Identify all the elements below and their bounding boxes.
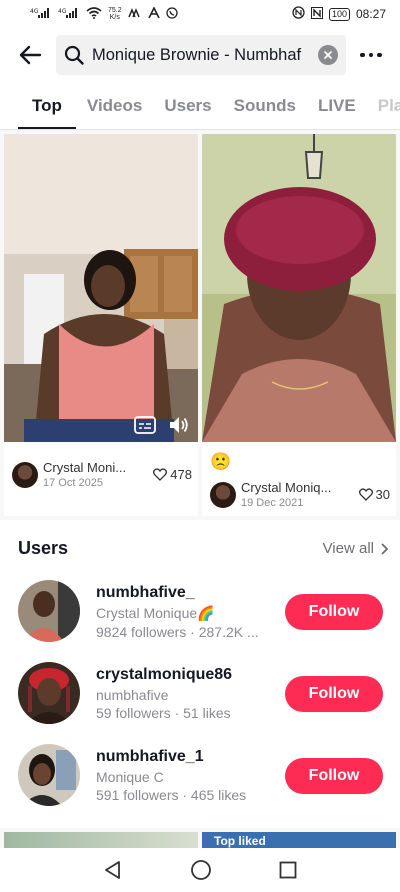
notification-icon-1	[127, 7, 142, 22]
status-right: 100 08:27	[292, 6, 386, 22]
nav-recents-icon[interactable]	[279, 861, 297, 879]
search-tabs: Top Videos Users Sounds LIVE Pla	[0, 86, 400, 130]
results-peek: Top liked	[0, 828, 400, 848]
status-left: 4G 4G 75.2 K/s	[30, 5, 178, 22]
tab-videos[interactable]: Videos	[76, 86, 153, 129]
avatar[interactable]	[12, 461, 38, 488]
user-row[interactable]: numbhafive_1 Monique C 591 followers · 4…	[0, 744, 400, 826]
user-row[interactable]: numbhafive_ Crystal Monique🌈 9824 follow…	[0, 580, 400, 662]
tab-top[interactable]: Top	[0, 86, 76, 129]
more-icon-dot	[360, 52, 365, 58]
signal-icon-2: 4G	[58, 7, 80, 22]
user-handle: numbhafive_	[96, 584, 195, 601]
user-info: numbhafive_ Crystal Monique🌈 9824 follow…	[96, 584, 276, 640]
likes-count: 478	[170, 467, 192, 482]
tab-sounds[interactable]: Sounds	[223, 86, 307, 129]
video-thumbnail[interactable]	[202, 134, 396, 442]
network-speed: 75.2 K/s	[108, 7, 122, 21]
user-stats: 591 followers · 465 likes	[96, 787, 247, 803]
tab-playlists[interactable]: Pla	[367, 86, 400, 129]
video-likes: 30	[358, 487, 390, 502]
heart-icon	[358, 488, 373, 501]
notification-icon-2	[147, 5, 160, 22]
user-row[interactable]: crystalmonique86 numbhafive 59 followers…	[0, 662, 400, 744]
video-meta-text: Crystal Moniq... 19 Dec 2021	[241, 480, 353, 509]
signal-2-label: 4G	[58, 8, 67, 15]
video-meta-text: Crystal Moni... 17 Oct 2025	[43, 460, 147, 489]
avatar[interactable]	[18, 662, 80, 724]
nfc-icon	[292, 6, 305, 22]
video-meta: Crystal Moniq... 19 Dec 2021 30	[210, 480, 390, 509]
video-grid: Crystal Moni... 17 Oct 2025 478 �	[0, 130, 400, 520]
whatsapp-icon	[165, 6, 178, 22]
tab-users[interactable]: Users	[153, 86, 222, 129]
avatar[interactable]	[18, 580, 80, 642]
follow-button[interactable]: Follow	[285, 758, 383, 794]
follow-button[interactable]: Follow	[285, 676, 383, 712]
clear-button[interactable]	[318, 45, 338, 65]
user-stats: 59 followers · 51 likes	[96, 705, 231, 721]
user-info: crystalmonique86 numbhafive 59 followers…	[96, 666, 276, 721]
search-input[interactable]: Monique Brownie - Numbhaf	[92, 46, 318, 65]
video-card[interactable]: 🙁 Crystal Moniq... 19 Dec 2021 30	[202, 134, 396, 516]
peek-thumbnail-left[interactable]	[4, 832, 198, 848]
network-speed-value: 75.2	[108, 7, 122, 14]
back-button[interactable]	[14, 40, 46, 70]
avatar[interactable]	[18, 744, 80, 806]
chevron-right-icon	[381, 542, 388, 555]
users-header: Users View all	[18, 538, 388, 559]
wifi-icon	[86, 6, 102, 22]
user-nickname: Crystal Monique🌈	[96, 605, 215, 621]
more-button[interactable]	[356, 44, 386, 66]
caption-icon[interactable]	[134, 416, 156, 434]
user-handle: numbhafive_1	[96, 748, 204, 765]
user-info: numbhafive_1 Monique C 591 followers · 4…	[96, 748, 276, 803]
volume-icon[interactable]	[168, 415, 190, 435]
nav-back-icon[interactable]	[103, 860, 123, 880]
video-likes: 478	[153, 467, 192, 482]
users-title: Users	[18, 538, 69, 558]
view-all-label: View all	[322, 540, 374, 557]
signal-icon-1: 4G	[30, 7, 52, 22]
video-date: 17 Oct 2025	[43, 477, 103, 489]
search-icon	[64, 45, 84, 65]
video-card[interactable]: Crystal Moni... 17 Oct 2025 478	[4, 134, 198, 516]
clock: 08:27	[355, 7, 386, 21]
video-meta: Crystal Moni... 17 Oct 2025 478	[12, 460, 192, 489]
user-nickname: Monique C	[96, 769, 164, 785]
video-author[interactable]: Crystal Moni...	[43, 460, 147, 475]
search-box[interactable]: Monique Brownie - Numbhaf	[56, 35, 346, 75]
network-speed-unit: K/s	[109, 14, 120, 21]
back-arrow-icon	[19, 45, 42, 65]
likes-count: 30	[375, 487, 390, 502]
user-nickname: numbhafive	[96, 687, 169, 703]
video-thumbnail[interactable]	[4, 134, 198, 442]
peek-label: Top liked	[214, 834, 266, 848]
heart-icon	[153, 468, 168, 481]
battery-indicator: 100	[328, 7, 350, 21]
avatar[interactable]	[210, 481, 236, 508]
n-icon	[310, 6, 323, 22]
more-icon-dot	[377, 52, 382, 58]
system-nav-bar	[0, 848, 400, 892]
video-caption: 🙁	[210, 452, 232, 471]
user-stats: 9824 followers · 287.2K ...	[96, 624, 259, 640]
video-date: 19 Dec 2021	[241, 497, 304, 509]
clear-icon	[324, 51, 332, 59]
video-author[interactable]: Crystal Moniq...	[241, 480, 353, 495]
search-header: Monique Brownie - Numbhaf	[0, 34, 400, 76]
tab-live[interactable]: LIVE	[307, 86, 367, 129]
follow-button[interactable]: Follow	[285, 594, 383, 630]
status-bar: 4G 4G 75.2 K/s 100 08:27	[0, 0, 400, 28]
view-all-link[interactable]: View all	[323, 540, 388, 557]
user-handle: crystalmonique86	[96, 666, 233, 683]
peek-thumbnail-right[interactable]: Top liked	[202, 832, 396, 848]
signal-1-label: 4G	[30, 8, 39, 15]
more-icon-dot	[368, 52, 374, 58]
nav-home-icon[interactable]	[190, 859, 212, 881]
